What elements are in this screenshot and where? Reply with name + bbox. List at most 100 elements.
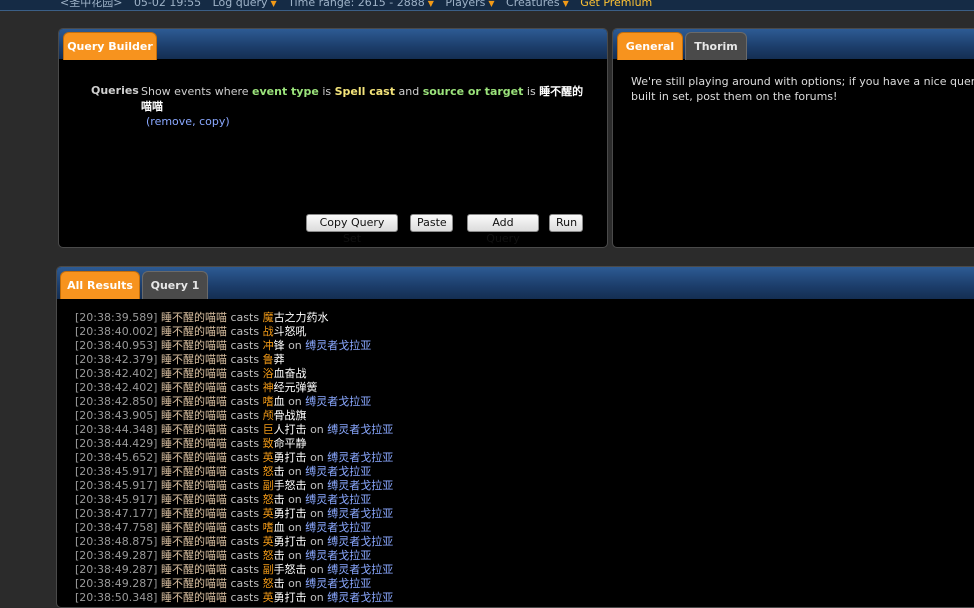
spell-name-prefix[interactable]: 巨 <box>263 423 274 436</box>
tab-thorim[interactable]: Thorim <box>685 32 747 60</box>
spell-name-prefix[interactable]: 鲁 <box>263 353 274 366</box>
spell-name-rest[interactable]: 勇打击 <box>274 451 307 464</box>
result-row: [20:38:40.002] 睡不醒的喵喵 casts 战斗怒吼 <box>75 325 393 339</box>
spell-name-prefix[interactable]: 颅 <box>263 409 274 422</box>
spell-name-rest[interactable]: 经元弹簧 <box>274 381 318 394</box>
tab-general[interactable]: General <box>617 32 683 60</box>
spell-name-rest[interactable]: 手怒击 <box>274 563 307 576</box>
spell-name-prefix[interactable]: 战 <box>263 325 274 338</box>
event-type-field[interactable]: event type <box>252 85 319 98</box>
actor-name[interactable]: 睡不醒的喵喵 <box>161 535 227 548</box>
result-row: [20:38:39.589] 睡不醒的喵喵 casts 魔古之力药水 <box>75 311 393 325</box>
spell-name-rest[interactable]: 命平静 <box>274 437 307 450</box>
target-name[interactable]: 缚灵者戈拉亚 <box>327 563 393 576</box>
actor-name[interactable]: 睡不醒的喵喵 <box>161 353 227 366</box>
remove-link[interactable]: remove <box>150 115 192 128</box>
spell-name-rest[interactable]: 击 <box>274 549 285 562</box>
run-button[interactable]: Run <box>549 214 583 232</box>
actor-name[interactable]: 睡不醒的喵喵 <box>161 367 227 380</box>
copy-query-set-button[interactable]: Copy Query Set <box>306 214 398 245</box>
actor-name[interactable]: 睡不醒的喵喵 <box>161 423 227 436</box>
result-row: [20:38:45.917] 睡不醒的喵喵 casts 副手怒击 on 缚灵者戈… <box>75 479 393 493</box>
actor-name[interactable]: 睡不醒的喵喵 <box>161 549 227 562</box>
target-name[interactable]: 缚灵者戈拉亚 <box>327 423 393 436</box>
actor-name[interactable]: 睡不醒的喵喵 <box>161 507 227 520</box>
result-row: [20:38:49.287] 睡不醒的喵喵 casts 怒击 on 缚灵者戈拉亚 <box>75 549 393 563</box>
spell-name-rest[interactable]: 锋 <box>274 339 285 352</box>
target-name[interactable]: 缚灵者戈拉亚 <box>305 395 371 408</box>
spell-name-rest[interactable]: 古之力药水 <box>274 311 329 324</box>
get-premium-link[interactable]: Get Premium <box>580 0 652 9</box>
spell-name-prefix[interactable]: 怒 <box>263 577 274 590</box>
tab-bar: All Results Query 1 <box>57 267 974 299</box>
spell-name-rest[interactable]: 血奋战 <box>274 367 307 380</box>
actor-name[interactable]: 睡不醒的喵喵 <box>161 451 227 464</box>
target-name[interactable]: 缚灵者戈拉亚 <box>305 577 371 590</box>
timestamp: [20:38:47.758] <box>75 521 158 534</box>
spell-name-prefix[interactable]: 致 <box>263 437 274 450</box>
spell-name-rest[interactable]: 击 <box>274 493 285 506</box>
tab-all-results[interactable]: All Results <box>60 271 140 299</box>
players-menu[interactable]: Players ▼ <box>445 0 494 9</box>
source-target-field[interactable]: source or target <box>423 85 524 98</box>
target-name[interactable]: 缚灵者戈拉亚 <box>327 535 393 548</box>
log-query-menu[interactable]: Log query ▼ <box>213 0 277 9</box>
actor-name[interactable]: 睡不醒的喵喵 <box>161 465 227 478</box>
target-name[interactable]: 缚灵者戈拉亚 <box>305 493 371 506</box>
spell-name-prefix[interactable]: 浴 <box>263 367 274 380</box>
spell-name-rest[interactable]: 骨战旗 <box>274 409 307 422</box>
spell-cast-value[interactable]: Spell cast <box>335 85 395 98</box>
spell-name-rest[interactable]: 莽 <box>274 353 285 366</box>
spell-name-prefix[interactable]: 嗜 <box>263 521 274 534</box>
spell-name-rest[interactable]: 勇打击 <box>274 535 307 548</box>
actor-name[interactable]: 睡不醒的喵喵 <box>161 563 227 576</box>
spell-name-prefix[interactable]: 副 <box>263 479 274 492</box>
actor-name[interactable]: 睡不醒的喵喵 <box>161 325 227 338</box>
paste-button[interactable]: Paste <box>410 214 453 232</box>
target-name[interactable]: 缚灵者戈拉亚 <box>305 339 371 352</box>
target-name[interactable]: 缚灵者戈拉亚 <box>327 479 393 492</box>
spell-name-prefix[interactable]: 嗜 <box>263 395 274 408</box>
spell-name-rest[interactable]: 勇打击 <box>274 507 307 520</box>
spell-name-rest[interactable]: 血 <box>274 521 285 534</box>
actor-name[interactable]: 睡不醒的喵喵 <box>161 479 227 492</box>
spell-name-prefix[interactable]: 怒 <box>263 549 274 562</box>
target-name[interactable]: 缚灵者戈拉亚 <box>327 451 393 464</box>
actor-name[interactable]: 睡不醒的喵喵 <box>161 339 227 352</box>
spell-name-prefix[interactable]: 怒 <box>263 493 274 506</box>
copy-link[interactable]: copy <box>199 115 225 128</box>
spell-name-prefix[interactable]: 冲 <box>263 339 274 352</box>
target-name[interactable]: 缚灵者戈拉亚 <box>327 507 393 520</box>
spell-name-rest[interactable]: 斗怒吼 <box>274 325 307 338</box>
spell-name-prefix[interactable]: 英 <box>263 507 274 520</box>
spell-name-rest[interactable]: 人打击 <box>274 423 307 436</box>
spell-name-prefix[interactable]: 英 <box>263 535 274 548</box>
result-row: [20:38:42.379] 睡不醒的喵喵 casts 鲁莽 <box>75 353 393 367</box>
spell-name-prefix[interactable]: 神 <box>263 381 274 394</box>
actor-name[interactable]: 睡不醒的喵喵 <box>161 521 227 534</box>
actor-name[interactable]: 睡不醒的喵喵 <box>161 493 227 506</box>
spell-name-rest[interactable]: 手怒击 <box>274 479 307 492</box>
actor-name[interactable]: 睡不醒的喵喵 <box>161 395 227 408</box>
tab-query-1[interactable]: Query 1 <box>142 271 208 299</box>
spell-name-prefix[interactable]: 英 <box>263 451 274 464</box>
spell-name-rest[interactable]: 击 <box>274 577 285 590</box>
actor-name[interactable]: 睡不醒的喵喵 <box>161 381 227 394</box>
target-name[interactable]: 缚灵者戈拉亚 <box>305 465 371 478</box>
time-range-menu[interactable]: Time range: 2615 - 2888 ▼ <box>288 0 434 9</box>
actor-name[interactable]: 睡不醒的喵喵 <box>161 577 227 590</box>
actor-name[interactable]: 睡不醒的喵喵 <box>161 311 227 324</box>
actor-name[interactable]: 睡不醒的喵喵 <box>161 437 227 450</box>
target-name[interactable]: 缚灵者戈拉亚 <box>305 549 371 562</box>
add-query-button[interactable]: Add Query <box>467 214 539 245</box>
timestamp: [20:38:49.287] <box>75 549 158 562</box>
tab-query-builder[interactable]: Query Builder <box>63 32 157 60</box>
spell-name-rest[interactable]: 血 <box>274 395 285 408</box>
actor-name[interactable]: 睡不醒的喵喵 <box>161 409 227 422</box>
creatures-menu[interactable]: Creatures ▼ <box>506 0 569 9</box>
spell-name-prefix[interactable]: 怒 <box>263 465 274 478</box>
spell-name-rest[interactable]: 击 <box>274 465 285 478</box>
spell-name-prefix[interactable]: 魔 <box>263 311 274 324</box>
target-name[interactable]: 缚灵者戈拉亚 <box>305 521 371 534</box>
spell-name-prefix[interactable]: 副 <box>263 563 274 576</box>
